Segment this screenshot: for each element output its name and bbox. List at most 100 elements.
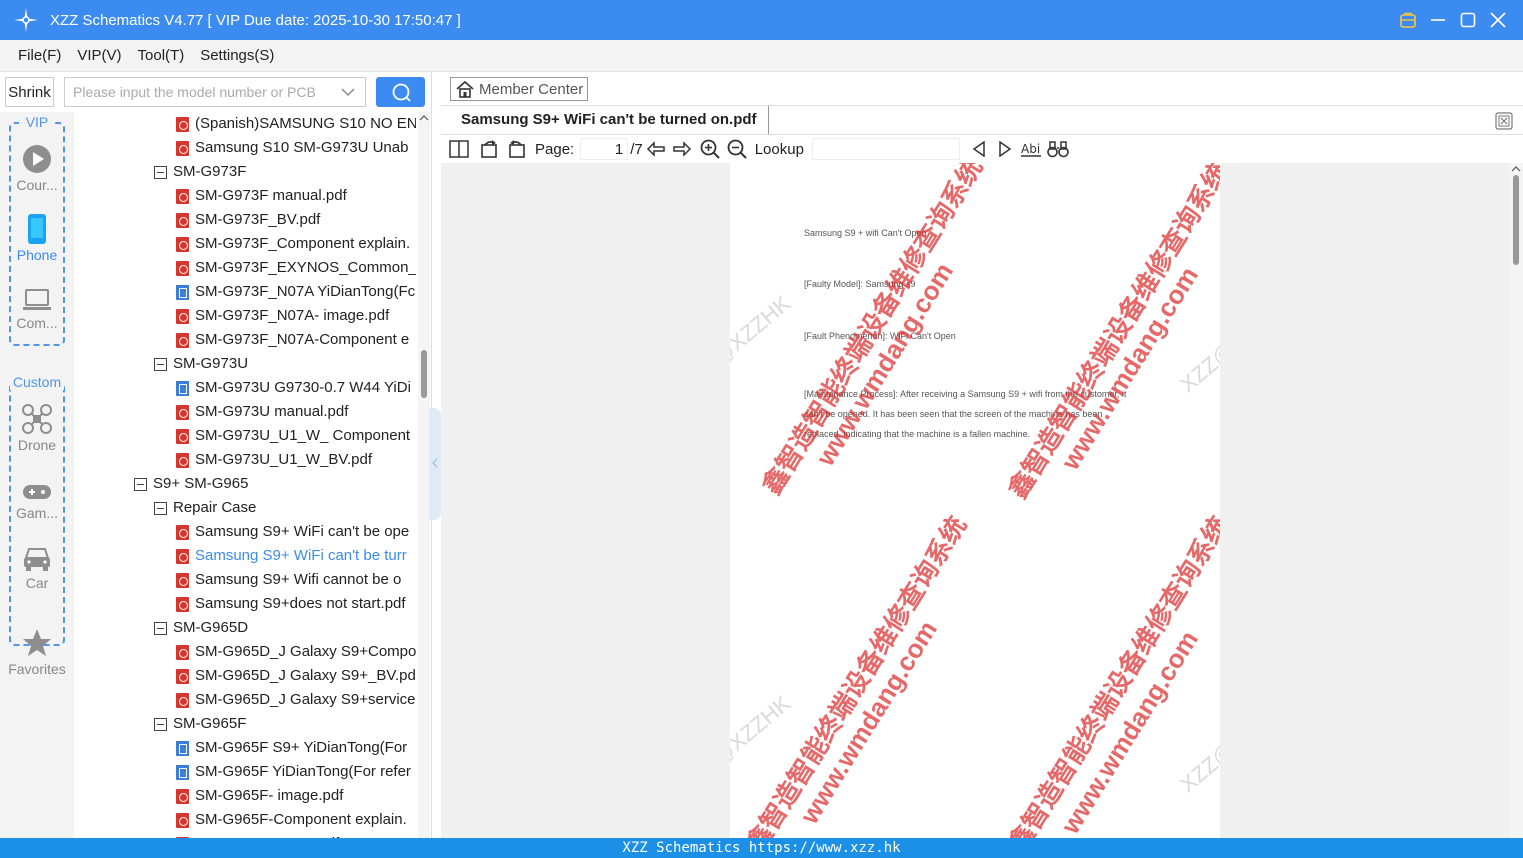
menu-tool[interactable]: Tool(T) bbox=[130, 47, 193, 64]
category-games[interactable]: Gam... bbox=[0, 482, 74, 521]
minimize-button[interactable] bbox=[1423, 0, 1453, 40]
collapse-toggle-icon[interactable] bbox=[154, 501, 167, 515]
category-phone[interactable]: Phone bbox=[0, 214, 74, 263]
category-computer[interactable]: Com... bbox=[0, 288, 74, 331]
match-case-icon[interactable]: Abi bbox=[1016, 135, 1046, 163]
tree-label: SM-G973F_N07A- image.pdf bbox=[195, 307, 390, 324]
phone-icon bbox=[28, 214, 46, 244]
category-sidebar: VIP Cour... Phone Com... Custom Drone Ga… bbox=[0, 112, 74, 838]
binoculars-icon[interactable] bbox=[1046, 135, 1070, 163]
tree-label: SM-G965F- image.pdf bbox=[195, 787, 344, 804]
tree-file[interactable]: SM-G973U_U1_W_BV.pdf bbox=[176, 448, 416, 472]
tree-file[interactable]: SM-G973F_EXYNOS_Common_S bbox=[176, 256, 416, 280]
viewer-scroll-thumb[interactable] bbox=[1513, 175, 1519, 265]
shrink-button[interactable]: Shrink bbox=[5, 77, 54, 107]
category-computer-label: Com... bbox=[16, 315, 58, 331]
rotate-left-icon[interactable] bbox=[477, 135, 503, 163]
category-courses[interactable]: Cour... bbox=[0, 144, 74, 193]
tree-file[interactable]: Samsung S9+ WiFi can't be ope bbox=[176, 520, 416, 544]
category-phone-label: Phone bbox=[16, 247, 58, 263]
tree-file[interactable]: SM-G973F_N07A-Component e bbox=[176, 328, 416, 352]
menu-bar: File(F) VIP(V) Tool(T) Settings(S) bbox=[0, 40, 1523, 72]
custom-label: Custom bbox=[10, 374, 64, 390]
tree-file[interactable]: SM-G973U G9730-0.7 W44 YiDi bbox=[176, 376, 416, 400]
tree-folder[interactable]: SM-G973U bbox=[154, 352, 416, 376]
pdf-file-icon bbox=[176, 452, 189, 468]
prev-page-icon[interactable] bbox=[643, 135, 669, 163]
pdf-file-icon bbox=[176, 788, 189, 804]
viewer-scrollbar[interactable] bbox=[1509, 163, 1523, 838]
pdf-file-icon bbox=[176, 524, 189, 540]
tree-file[interactable]: SM-G973U_U1_W_ Component bbox=[176, 424, 416, 448]
collapse-toggle-icon[interactable] bbox=[154, 621, 167, 635]
lookup-label: Lookup bbox=[754, 140, 804, 158]
tree-file[interactable]: SM-G965D_J Galaxy S9+Compo bbox=[176, 640, 416, 664]
next-page-icon[interactable] bbox=[669, 135, 695, 163]
menu-file[interactable]: File(F) bbox=[10, 47, 69, 64]
tab-document[interactable]: Samsung S9+ WiFi can't be turned on.pdf bbox=[441, 106, 769, 134]
tree-file[interactable]: Samsung S9+ WiFi can't be turr bbox=[176, 544, 416, 568]
tree-label: SM-G965F-Component explain. bbox=[195, 811, 407, 828]
zoom-out-icon[interactable] bbox=[725, 135, 749, 163]
zoom-in-icon[interactable] bbox=[695, 135, 725, 163]
close-tab-icon[interactable] bbox=[1495, 112, 1513, 130]
collapse-toggle-icon[interactable] bbox=[154, 357, 167, 371]
tree-file[interactable]: SM-G965F YiDianTong(For refer bbox=[176, 760, 416, 784]
page-number-input[interactable]: 1 bbox=[580, 138, 629, 160]
tree-folder[interactable]: SM-G965D bbox=[154, 616, 416, 640]
tree-file[interactable]: (Spanish)SAMSUNG S10 NO EN bbox=[176, 112, 416, 136]
category-favorites[interactable]: Favorites bbox=[0, 628, 74, 677]
panel-collapse-handle[interactable] bbox=[429, 408, 441, 520]
collapse-toggle-icon[interactable] bbox=[154, 165, 167, 179]
lookup-input[interactable] bbox=[811, 138, 960, 160]
tree-folder[interactable]: S9+ SM-G965 bbox=[134, 472, 416, 496]
menu-settings[interactable]: Settings(S) bbox=[192, 47, 282, 64]
tree-label: SM-G973U_U1_W_BV.pdf bbox=[195, 451, 373, 468]
tree-folder[interactable]: SM-G965F bbox=[154, 712, 416, 736]
tree-folder[interactable]: Repair Case bbox=[154, 496, 416, 520]
maximize-button[interactable] bbox=[1453, 0, 1483, 40]
sidebar-toggle-icon[interactable] bbox=[441, 135, 477, 163]
tree-file[interactable]: Samsung S10 SM-G973U Unab bbox=[176, 136, 416, 160]
tree-file[interactable]: Samsung S9+does not start.pdf bbox=[176, 592, 416, 616]
app-logo-icon bbox=[14, 8, 38, 32]
rotate-right-icon[interactable] bbox=[503, 135, 529, 163]
tree-file[interactable]: SM-G973F manual.pdf bbox=[176, 184, 416, 208]
watermark-grey: XZZ@XZZHK bbox=[1175, 690, 1220, 798]
menu-vip[interactable]: VIP(V) bbox=[69, 47, 129, 64]
member-center-button[interactable]: Member Center bbox=[450, 77, 588, 101]
tree-label: SM-G973F_EXYNOS_Common_S bbox=[195, 259, 416, 276]
find-next-icon[interactable] bbox=[994, 135, 1016, 163]
search-input[interactable]: Please input the model number or PCB bbox=[64, 77, 366, 107]
tree-file[interactable]: SM-G973F_N07A YiDianTong(Fc bbox=[176, 280, 416, 304]
tree-file[interactable]: SM-G965D_J Galaxy S9+_BV.pdi bbox=[176, 664, 416, 688]
scroll-up-icon[interactable] bbox=[1511, 165, 1521, 173]
tree-file[interactable]: SM-G965F S9+ YiDianTong(For bbox=[176, 736, 416, 760]
vip-bag-icon[interactable] bbox=[1393, 0, 1423, 40]
tree-file[interactable]: Samsung S9+ Wifi cannot be o bbox=[176, 568, 416, 592]
close-button[interactable] bbox=[1483, 0, 1513, 40]
scroll-up-icon[interactable] bbox=[419, 114, 429, 122]
tree-folder[interactable]: SM-G973F bbox=[154, 160, 416, 184]
svg-text:Abi: Abi bbox=[1021, 142, 1040, 156]
tree-file[interactable]: SM-G965D_J Galaxy S9+service bbox=[176, 688, 416, 712]
tree-file[interactable]: SM-G965F- image.pdf bbox=[176, 784, 416, 808]
pdf-file-icon bbox=[176, 548, 189, 564]
search-button[interactable] bbox=[376, 77, 425, 107]
collapse-toggle-icon[interactable] bbox=[134, 477, 147, 491]
pdf-viewer[interactable]: Samsung S9 + wifi Can't Open [Faulty Mod… bbox=[441, 163, 1523, 838]
tree-file[interactable]: SM-G965F-Component explain. bbox=[176, 808, 416, 832]
category-games-label: Gam... bbox=[15, 505, 58, 521]
laptop-icon bbox=[23, 289, 51, 310]
tree-file[interactable]: SM-G973U manual.pdf bbox=[176, 400, 416, 424]
find-prev-icon[interactable] bbox=[964, 135, 994, 163]
tree-file[interactable]: SM-G973F_Component explain. bbox=[176, 232, 416, 256]
tree-file[interactable]: SM-G973F_N07A- image.pdf bbox=[176, 304, 416, 328]
tree-label: SM-G965D_J Galaxy S9+Compo bbox=[195, 643, 416, 660]
category-car[interactable]: Car bbox=[0, 546, 74, 591]
category-drone[interactable]: Drone bbox=[0, 404, 74, 453]
tree-scroll-thumb[interactable] bbox=[421, 350, 427, 398]
chevron-down-icon[interactable] bbox=[341, 86, 355, 98]
collapse-toggle-icon[interactable] bbox=[154, 717, 167, 731]
tree-file[interactable]: SM-G973F_BV.pdf bbox=[176, 208, 416, 232]
